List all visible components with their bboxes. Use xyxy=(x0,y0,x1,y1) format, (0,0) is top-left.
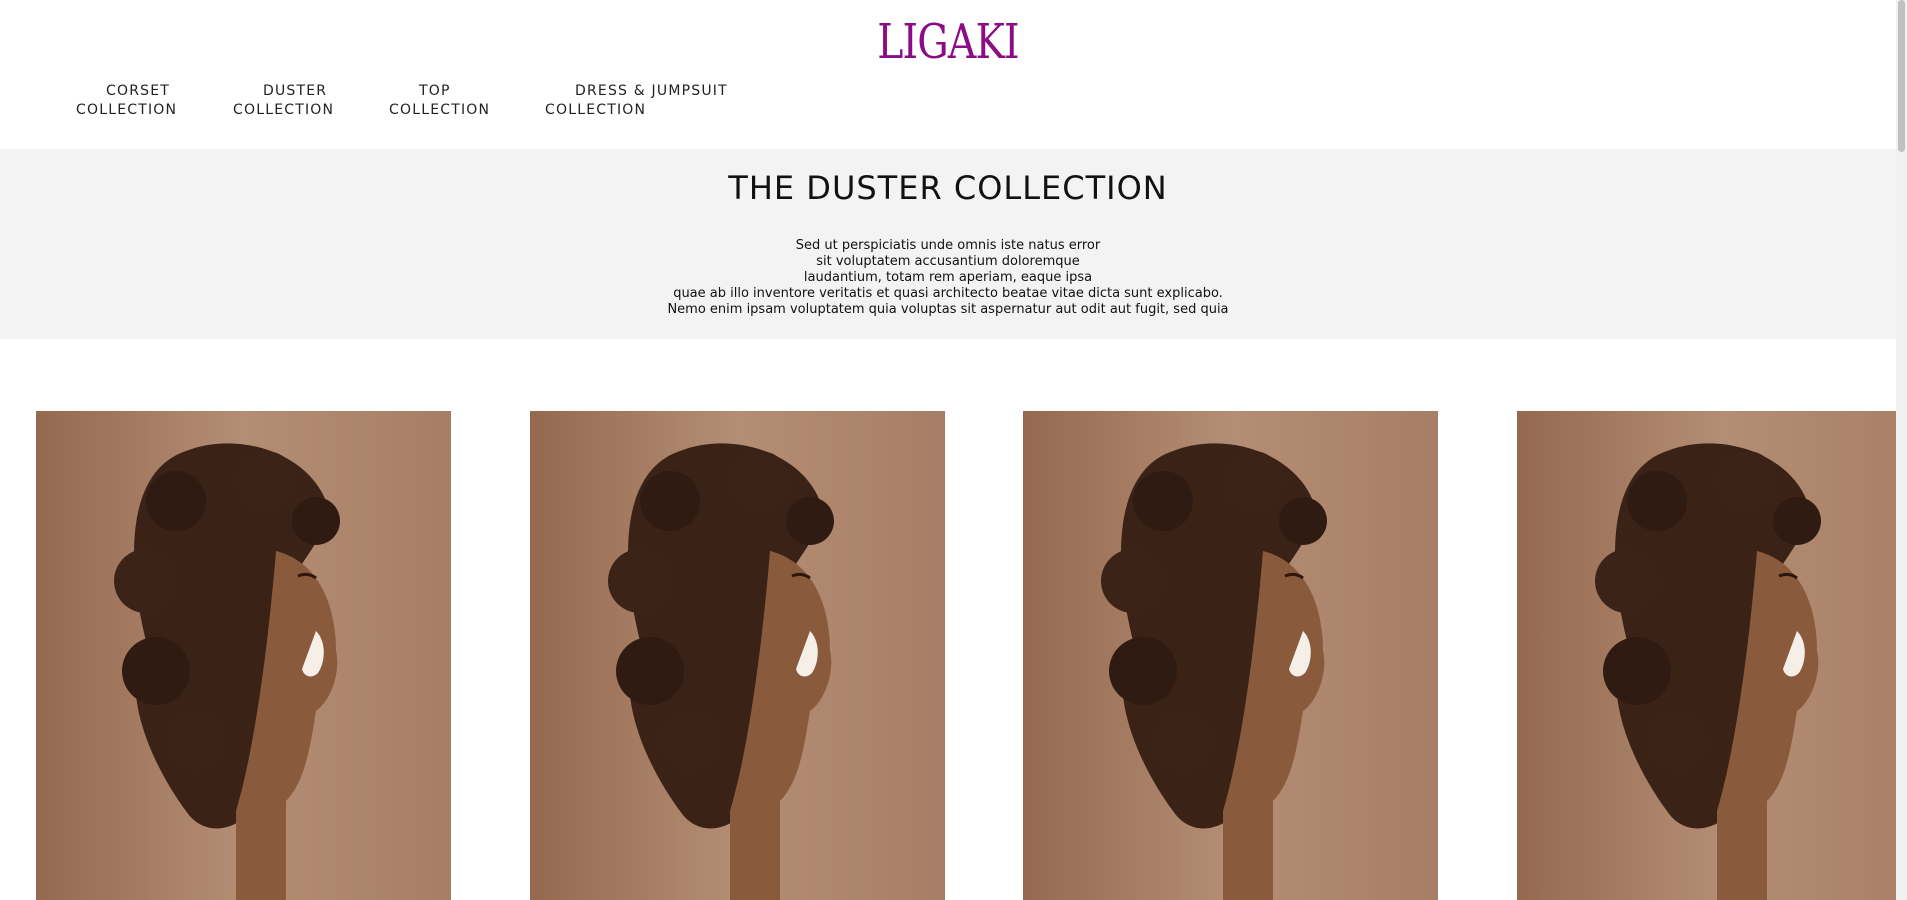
description-line: Sed ut perspiciatis unde omnis iste natu… xyxy=(795,238,1101,253)
portrait-illustration xyxy=(530,411,945,900)
nav-item-label-line1: CORSET xyxy=(106,83,171,99)
nav-item-top-collection[interactable]: TOP COLLECTION xyxy=(389,82,490,120)
nav-item-label-line2: COLLECTION xyxy=(76,102,178,118)
page: LIGAKI CORSET COLLECTION DUSTER COLLECTI… xyxy=(0,0,1907,900)
product-grid xyxy=(0,411,1907,900)
product-image[interactable] xyxy=(36,411,451,900)
nav-item-label-line1: TOP xyxy=(419,83,451,99)
portrait-illustration xyxy=(36,411,451,900)
collection-title: THE DUSTER COLLECTION xyxy=(728,169,1168,207)
description-line: laudantium, totam rem aperiam, eaque ips… xyxy=(803,270,1093,285)
nav-item-label-line1: DRESS & JUMPSUIT xyxy=(575,83,728,99)
scrollbar-thumb[interactable] xyxy=(1898,0,1905,152)
product-image[interactable] xyxy=(1023,411,1438,900)
nav-item-corset-collection[interactable]: CORSET COLLECTION xyxy=(76,82,177,120)
nav-item-label-line1: DUSTER xyxy=(263,83,328,99)
collection-description: Sed ut perspiciatis unde omnis iste natu… xyxy=(0,238,1896,318)
description-line: Nemo enim ipsam voluptatem quia voluptas… xyxy=(667,302,1229,317)
description-line: quae ab illo inventore veritatis et quas… xyxy=(673,286,1223,301)
nav-item-duster-collection[interactable]: DUSTER COLLECTION xyxy=(233,82,334,120)
product-image[interactable] xyxy=(1517,411,1907,900)
description-line: sit voluptatem accusantium doloremque xyxy=(816,254,1080,269)
brand-logo[interactable]: LIGAKI xyxy=(171,14,1726,70)
vertical-scrollbar[interactable] xyxy=(1896,0,1907,900)
site-header: LIGAKI CORSET COLLECTION DUSTER COLLECTI… xyxy=(0,0,1907,149)
nav-item-label-line2: COLLECTION xyxy=(233,102,335,118)
nav-item-dress-jumpsuit-collection[interactable]: DRESS & JUMPSUIT COLLECTION xyxy=(545,82,728,120)
nav-item-label-line2: COLLECTION xyxy=(545,102,647,118)
portrait-illustration xyxy=(1517,411,1907,900)
collection-banner: THE DUSTER COLLECTION Sed ut perspiciati… xyxy=(0,149,1907,339)
portrait-illustration xyxy=(1023,411,1438,900)
nav-item-label-line2: COLLECTION xyxy=(389,102,491,118)
product-image[interactable] xyxy=(530,411,945,900)
